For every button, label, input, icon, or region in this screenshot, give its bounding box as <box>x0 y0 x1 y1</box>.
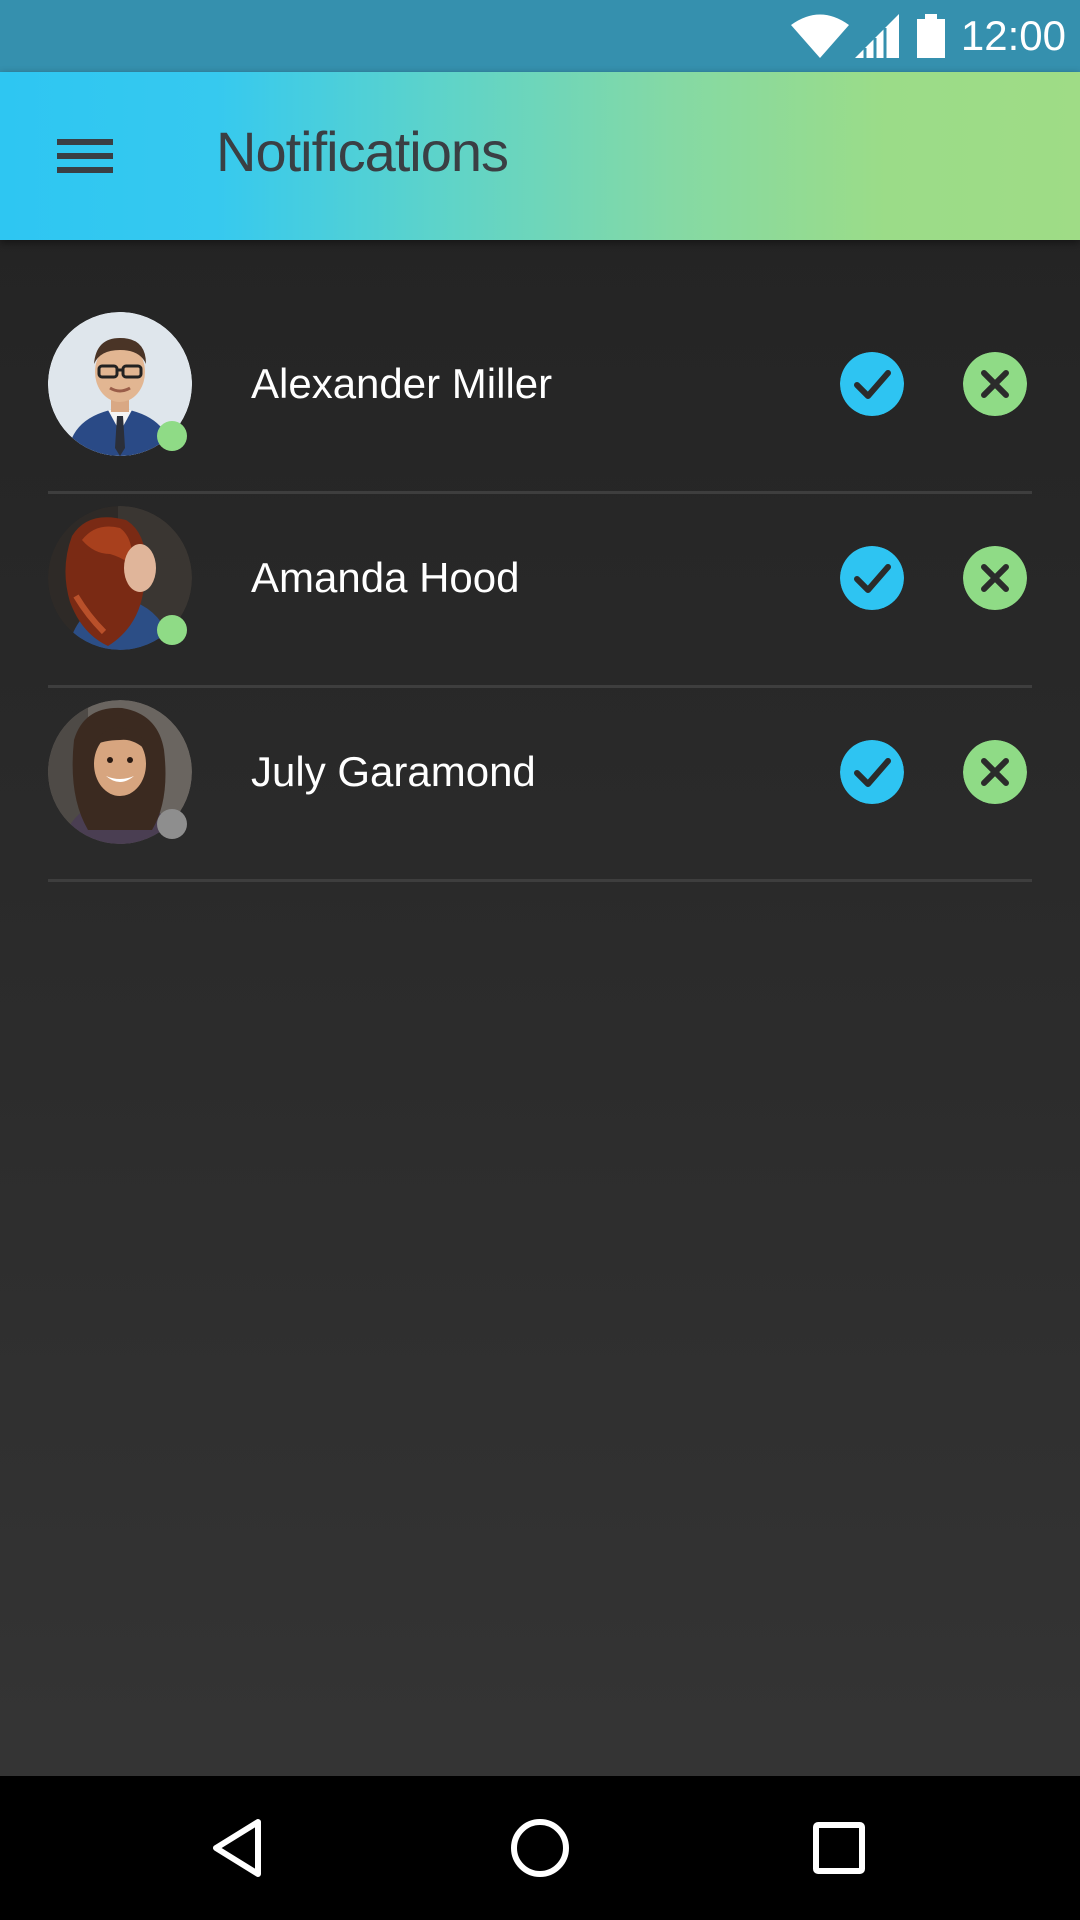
page-title: Notifications <box>216 120 509 183</box>
recents-icon[interactable] <box>789 1798 889 1898</box>
online-status-dot <box>157 421 187 451</box>
menu-button[interactable] <box>50 124 120 188</box>
contact-name: July Garamond <box>251 748 536 795</box>
avatar[interactable] <box>48 312 192 456</box>
list-item: Alexander Miller <box>48 300 1032 494</box>
back-icon[interactable] <box>188 1798 288 1898</box>
avatar[interactable] <box>48 700 192 844</box>
navigation-bar <box>0 1776 1080 1920</box>
status-time: 12:00 <box>960 12 1066 59</box>
contact-name: Alexander Miller <box>251 360 553 407</box>
decline-button[interactable] <box>963 740 1027 804</box>
list-item: Amanda Hood <box>48 494 1032 688</box>
accept-button[interactable] <box>840 546 904 610</box>
avatar[interactable] <box>48 506 192 650</box>
home-icon[interactable] <box>490 1798 590 1898</box>
accept-button[interactable] <box>840 352 904 416</box>
contact-name: Amanda Hood <box>251 554 520 601</box>
battery-icon <box>916 14 945 58</box>
online-status-dot <box>157 615 187 645</box>
status-bar: 12:00 <box>0 0 1080 72</box>
cell-signal-icon <box>854 14 899 58</box>
decline-button[interactable] <box>963 352 1027 416</box>
list-item: July Garamond <box>48 688 1032 882</box>
accept-button[interactable] <box>840 740 904 804</box>
hamburger-menu-icon <box>57 139 113 173</box>
status-icons: 12:00 <box>789 0 1066 72</box>
notification-list: Alexander Miller Amanda Hood July Garamo… <box>48 300 1032 882</box>
wifi-icon <box>790 14 849 58</box>
decline-button[interactable] <box>963 546 1027 610</box>
app-bar: Notifications <box>0 72 1080 240</box>
offline-status-dot <box>157 809 187 839</box>
